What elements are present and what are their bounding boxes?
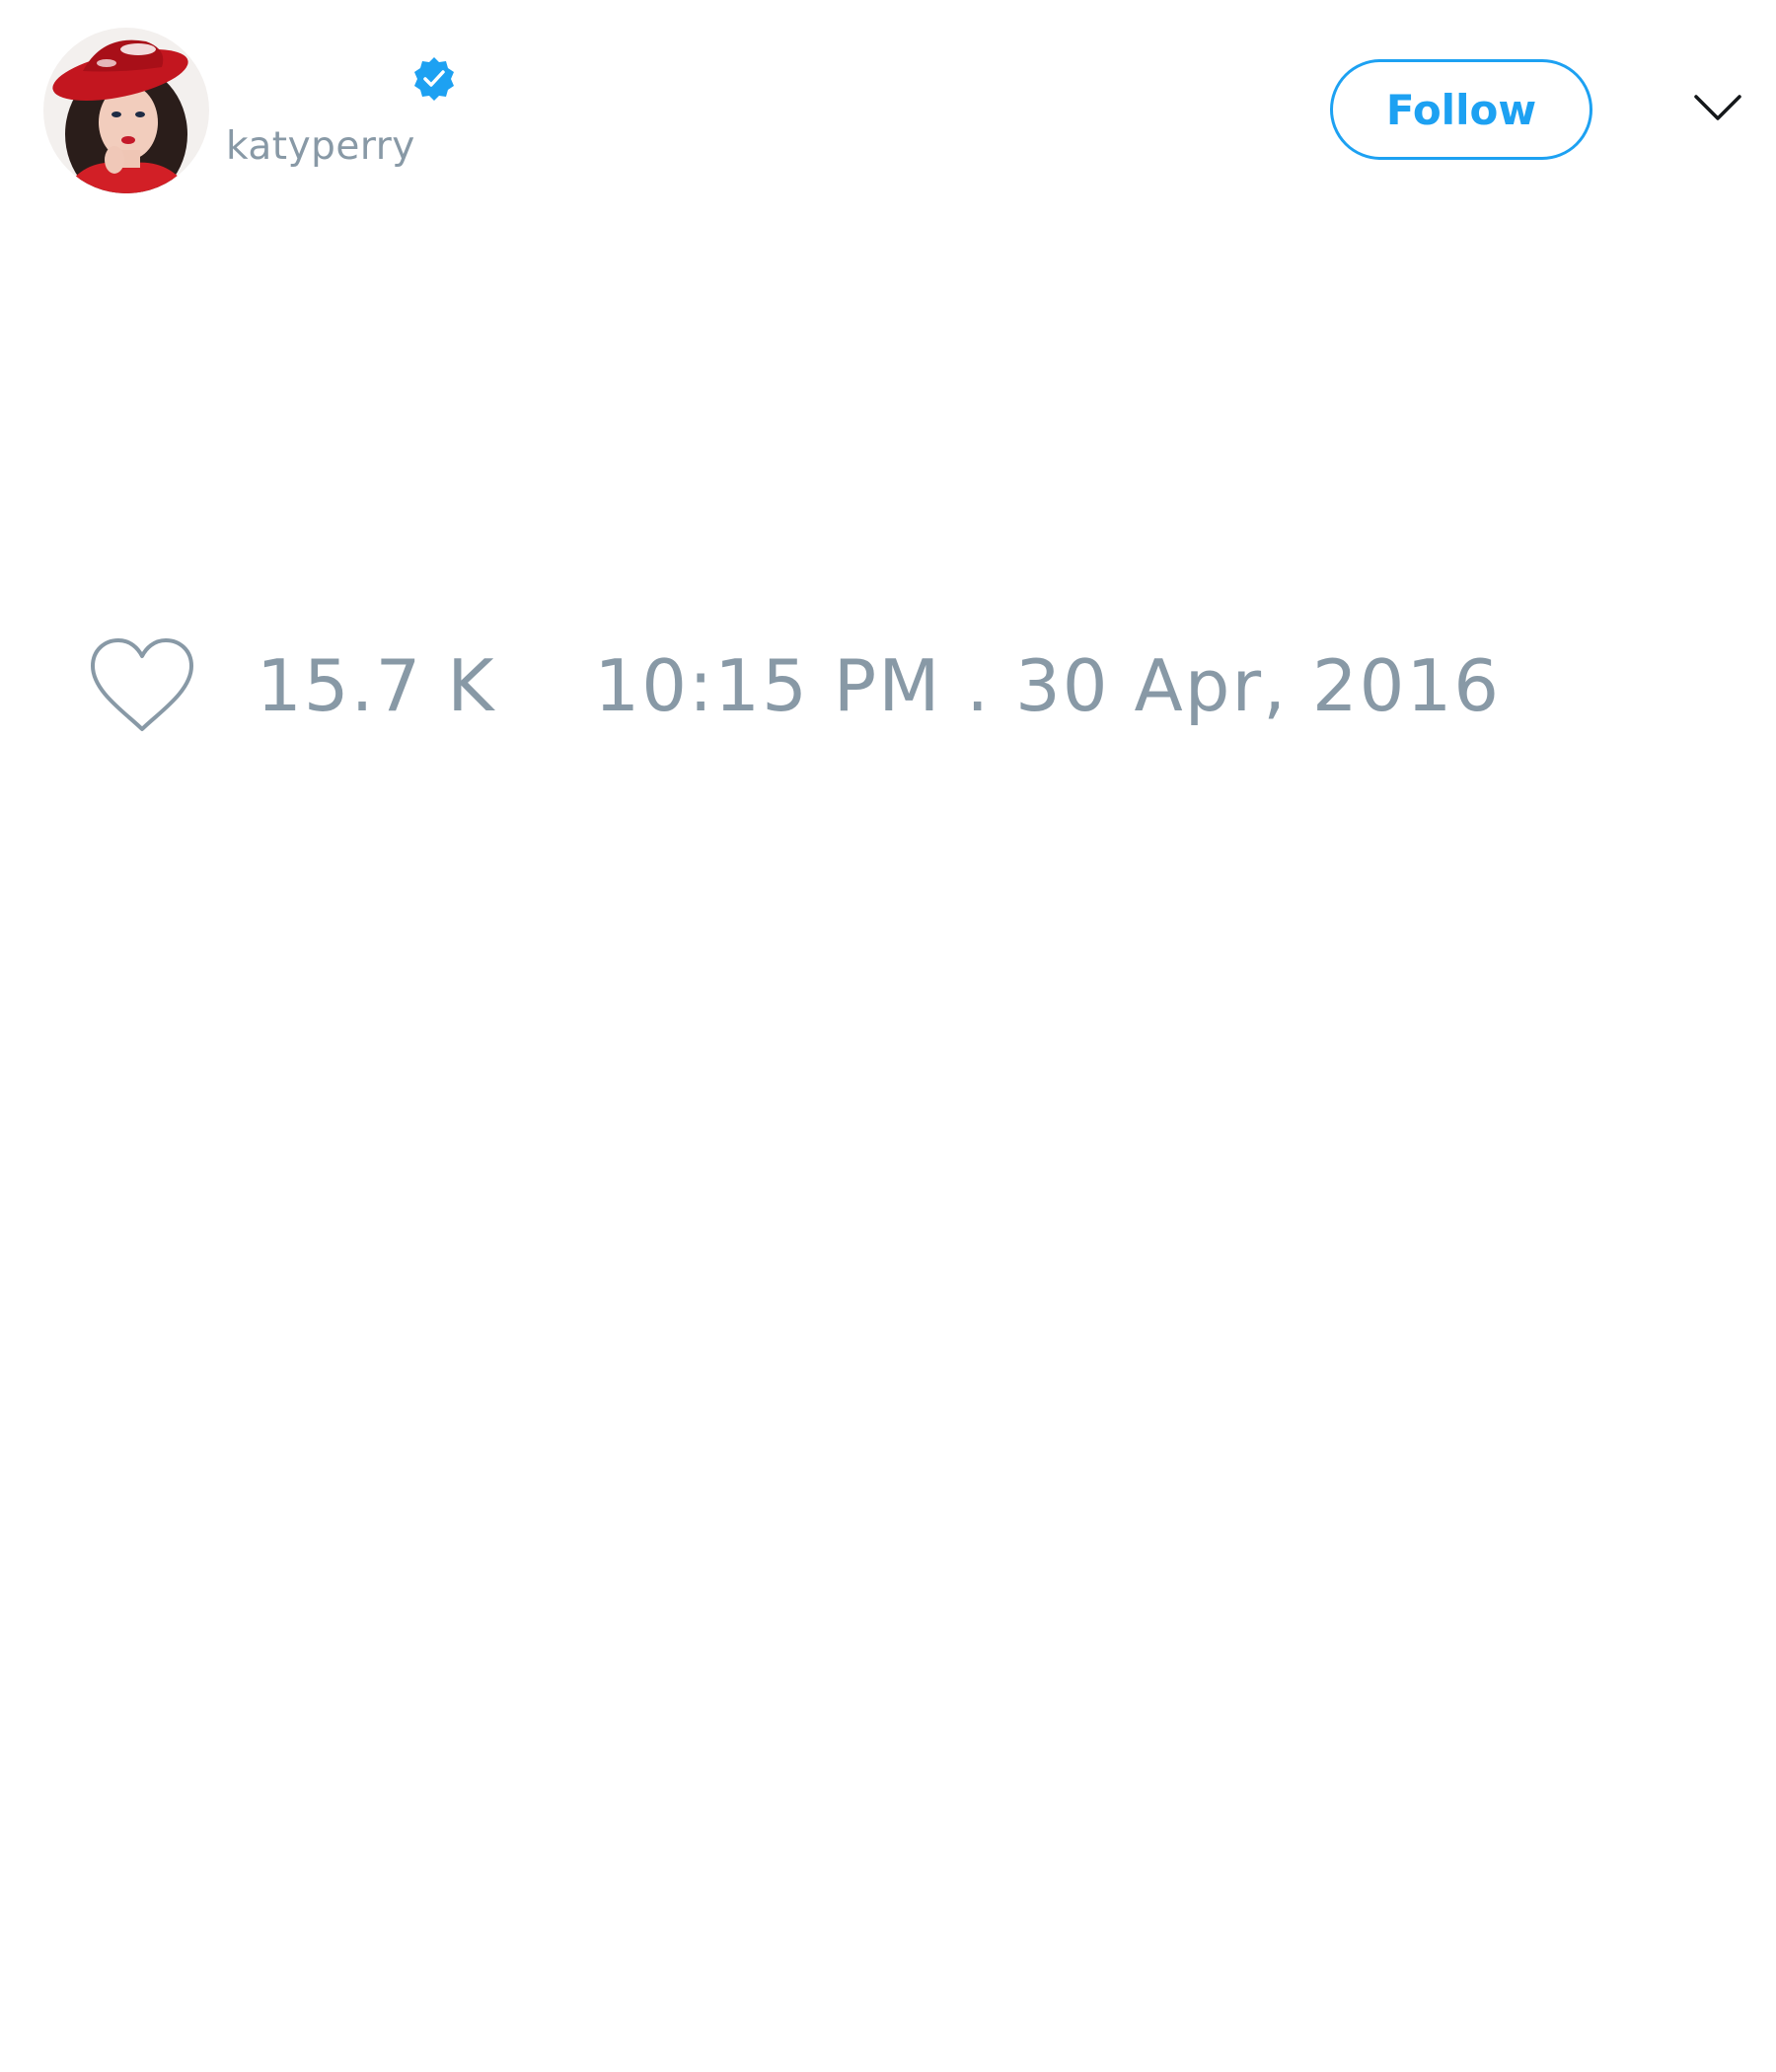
tweet-actions: 15.7 K 10:15 PM . 30 Apr, 2016 — [87, 631, 1501, 740]
chevron-down-icon[interactable] — [1693, 91, 1742, 126]
avatar-image — [43, 28, 209, 193]
like-count: 15.7 K — [257, 644, 496, 727]
tweet-timestamp[interactable]: 10:15 PM . 30 Apr, 2016 — [594, 644, 1501, 727]
avatar[interactable] — [43, 28, 209, 193]
username[interactable]: katyperry — [226, 124, 415, 169]
follow-button[interactable]: Follow — [1330, 59, 1592, 160]
verified-badge-icon — [414, 57, 454, 101]
heart-outline-icon[interactable] — [87, 636, 197, 735]
tweet-card: katyperry Follow 15.7 K 10:15 PM . 30 Ap… — [0, 0, 1776, 2072]
display-name[interactable] — [227, 55, 405, 105]
